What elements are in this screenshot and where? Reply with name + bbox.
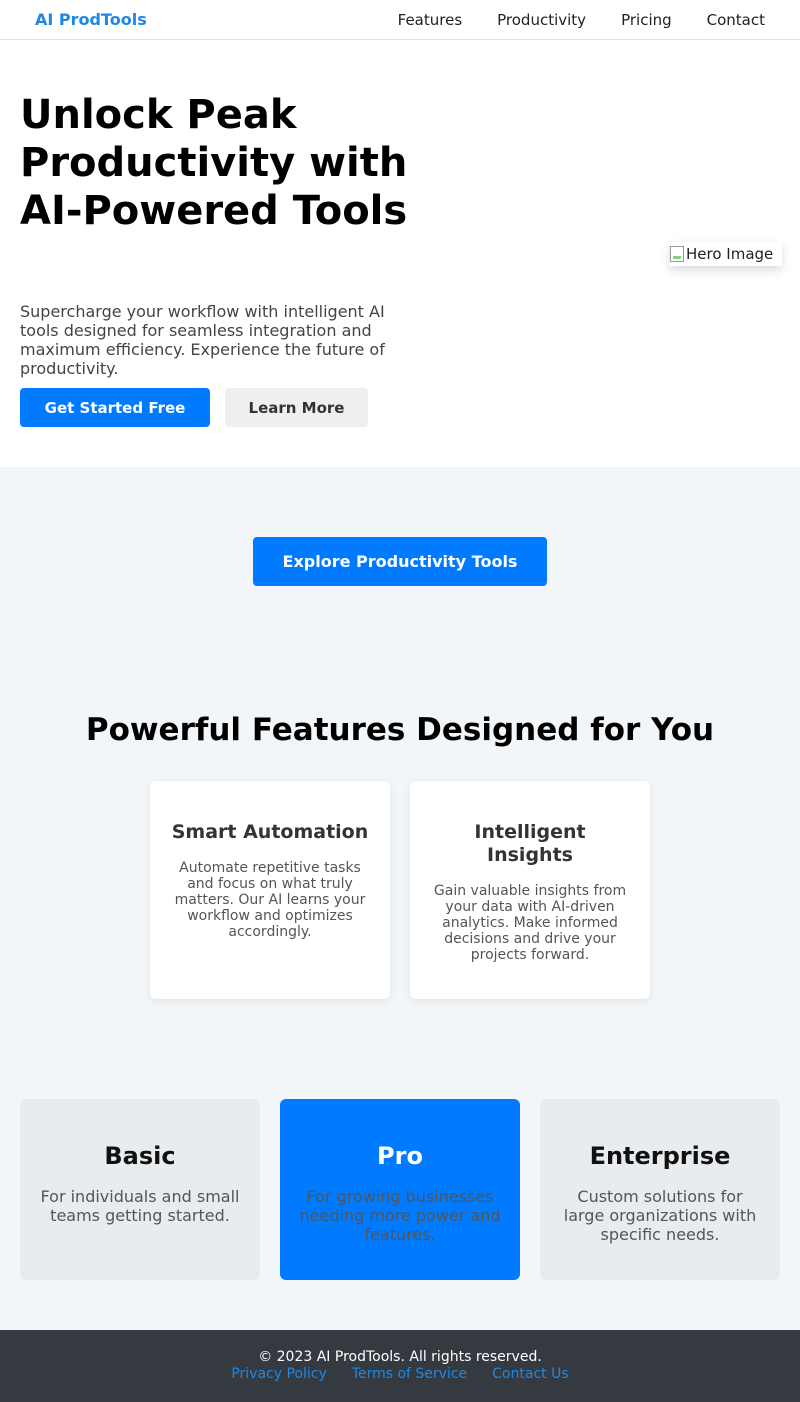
hero-image-alt: Hero Image xyxy=(686,245,774,263)
hero-description: Supercharge your workflow with intellige… xyxy=(20,302,385,378)
plan-card-basic[interactable]: Basic For individuals and small teams ge… xyxy=(20,1099,260,1280)
terms-of-service-link[interactable]: Terms of Service xyxy=(352,1366,467,1383)
nav-link-features[interactable]: Features xyxy=(398,10,463,30)
hero-section: Unlock Peak Productivity with AI-Powered… xyxy=(0,40,800,467)
feature-card-text: Gain valuable insights from your data wi… xyxy=(433,883,627,963)
plan-name: Basic xyxy=(104,1142,176,1170)
nav-link-pricing[interactable]: Pricing xyxy=(621,10,672,30)
broken-image-icon xyxy=(670,246,684,262)
plan-name: Pro xyxy=(377,1142,423,1170)
plan-description: For growing businesses needing more powe… xyxy=(299,1187,501,1244)
privacy-policy-link[interactable]: Privacy Policy xyxy=(231,1366,326,1383)
feature-card-intelligent-insights: Intelligent Insights Gain valuable insig… xyxy=(410,781,650,999)
features-heading: Powerful Features Designed for You xyxy=(85,712,715,748)
plan-name: Enterprise xyxy=(589,1142,731,1170)
feature-card-title: Smart Automation xyxy=(171,821,369,843)
plan-card-enterprise[interactable]: Enterprise Custom solutions for large or… xyxy=(540,1099,780,1280)
nav-link-contact[interactable]: Contact xyxy=(707,10,765,30)
get-started-button[interactable]: Get Started Free xyxy=(20,388,210,427)
top-navbar: AI ProdTools Features Productivity Prici… xyxy=(0,0,800,40)
feature-card-text: Automate repetitive tasks and focus on w… xyxy=(174,860,366,940)
contact-us-link[interactable]: Contact Us xyxy=(492,1366,568,1383)
footer-links: Privacy Policy Terms of Service Contact … xyxy=(0,1366,800,1383)
page-footer: © 2023 AI ProdTools. All rights reserved… xyxy=(0,1330,800,1402)
hero-image: Hero Image xyxy=(670,242,782,266)
nav-links: Features Productivity Pricing Contact xyxy=(398,10,765,30)
plan-description: For individuals and small teams getting … xyxy=(40,1187,240,1225)
feature-card-smart-automation: Smart Automation Automate repetitive tas… xyxy=(150,781,390,999)
copyright-text: © 2023 AI ProdTools. All rights reserved… xyxy=(258,1349,542,1365)
plan-card-pro[interactable]: Pro For growing businesses needing more … xyxy=(280,1099,520,1280)
plan-description: Custom solutions for large organizations… xyxy=(563,1187,757,1244)
brand-logo-link[interactable]: AI ProdTools xyxy=(35,10,147,29)
nav-link-productivity[interactable]: Productivity xyxy=(497,10,586,30)
explore-tools-button[interactable]: Explore Productivity Tools xyxy=(253,537,547,586)
learn-more-button[interactable]: Learn More xyxy=(225,388,368,427)
hero-title: Unlock Peak Productivity with AI-Powered… xyxy=(20,92,408,234)
feature-card-title: Intelligent Insights xyxy=(474,821,586,866)
